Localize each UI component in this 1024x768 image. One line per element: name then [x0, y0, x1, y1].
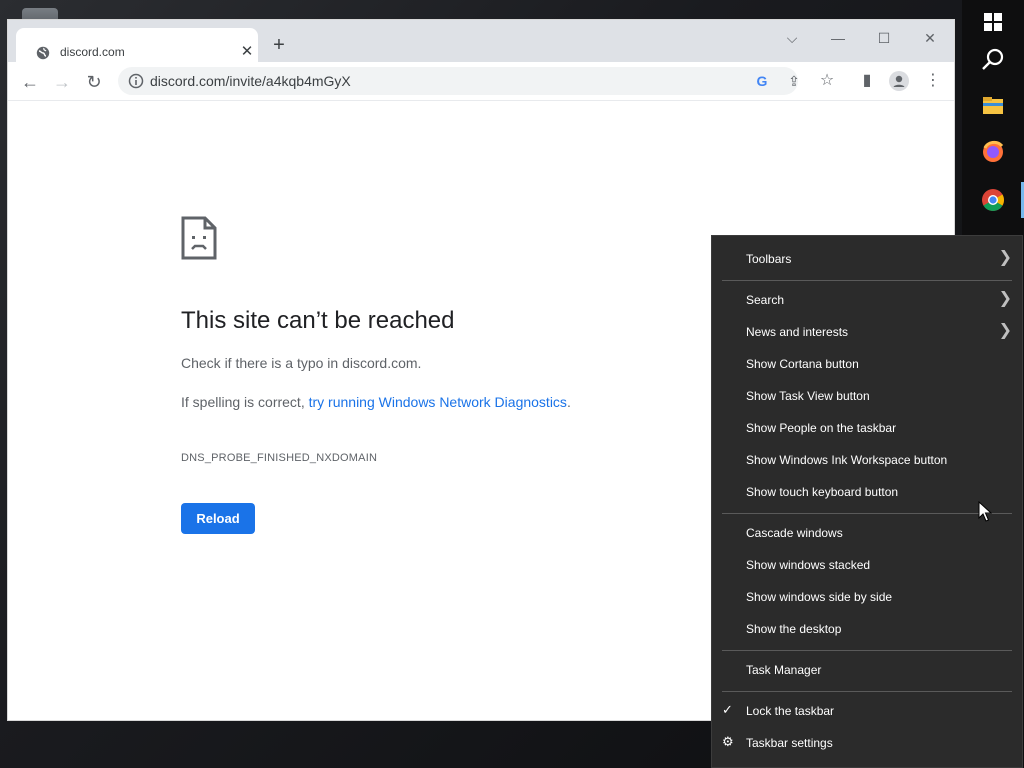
- chevron-right-icon: ❯: [998, 249, 1012, 266]
- menu-item-lock-taskbar[interactable]: ✓ Lock the taskbar: [712, 695, 1022, 727]
- error-diagnostics-line: If spelling is correct, try running Wind…: [181, 394, 571, 410]
- menu-item-label: Lock the taskbar: [746, 704, 835, 718]
- error-diagnostics-prefix: If spelling is correct,: [181, 394, 309, 410]
- close-window-icon[interactable]: ✕: [910, 26, 950, 50]
- reload-button[interactable]: Reload: [181, 503, 255, 534]
- menu-item-label: Show windows side by side: [746, 590, 893, 604]
- address-bar[interactable]: discord.com/invite/a4kqb4mGyX G ⇪: [118, 67, 800, 95]
- bookmark-star-icon[interactable]: ☆: [814, 68, 840, 94]
- chevron-right-icon: ❯: [998, 322, 1012, 339]
- menu-item-label: Task Manager: [746, 663, 822, 677]
- menu-item-search[interactable]: Search ❯: [712, 284, 1022, 316]
- menu-item-task-manager[interactable]: Task Manager: [712, 654, 1022, 686]
- side-panel-icon[interactable]: ▮: [854, 68, 880, 94]
- checkmark-icon: ✓: [722, 702, 733, 717]
- network-diagnostics-link[interactable]: try running Windows Network Diagnostics: [309, 394, 567, 410]
- maximize-icon[interactable]: ☐: [864, 26, 904, 50]
- file-explorer-icon[interactable]: [975, 88, 1011, 124]
- menu-item-label: News and interests: [746, 325, 849, 339]
- menu-item-label: Show Task View button: [746, 389, 870, 403]
- menu-item-show-task-view[interactable]: Show Task View button: [712, 380, 1022, 412]
- info-icon[interactable]: [128, 73, 144, 89]
- menu-item-show-desktop[interactable]: Show the desktop: [712, 613, 1022, 645]
- menu-item-show-touch-keyboard[interactable]: Show touch keyboard button: [712, 476, 1022, 508]
- gear-icon: ⚙: [722, 734, 734, 749]
- profile-avatar-icon[interactable]: [886, 68, 912, 94]
- tab-title: discord.com: [60, 45, 125, 59]
- menu-item-label: Show Cortana button: [746, 357, 859, 371]
- menu-item-label: Show People on the taskbar: [746, 421, 897, 435]
- mouse-pointer-icon: [978, 501, 992, 522]
- menu-item-label: Taskbar settings: [746, 736, 833, 750]
- error-typo-hint: Check if there is a typo in discord.com.: [181, 355, 422, 371]
- menu-item-toolbars[interactable]: Toolbars ❯: [712, 243, 1022, 275]
- chevron-right-icon: ❯: [998, 290, 1012, 307]
- menu-item-label: Search: [746, 293, 785, 307]
- tab-search-chevron-icon[interactable]: ⌵: [772, 26, 812, 50]
- sad-document-icon: [181, 216, 217, 260]
- browser-toolbar: ← → ↻ discord.com/invite/a4kqb4mGyX G ⇪ …: [8, 62, 954, 101]
- globe-icon: [36, 46, 50, 60]
- minimize-icon[interactable]: —: [818, 26, 858, 50]
- share-icon[interactable]: ⇪: [784, 72, 804, 90]
- menu-item-news-and-interests[interactable]: News and interests ❯: [712, 316, 1022, 348]
- forward-arrow-icon[interactable]: →: [48, 68, 76, 96]
- firefox-icon[interactable]: [975, 134, 1011, 170]
- menu-separator: [722, 280, 1012, 281]
- reload-icon[interactable]: ↻: [80, 68, 108, 96]
- url-text[interactable]: discord.com/invite/a4kqb4mGyX: [150, 73, 351, 89]
- menu-item-label: Cascade windows: [746, 526, 843, 540]
- error-title: This site can’t be reached: [181, 307, 455, 334]
- menu-item-windows-stacked[interactable]: Show windows stacked: [712, 549, 1022, 581]
- error-diagnostics-suffix: .: [566, 394, 571, 410]
- menu-item-taskbar-settings[interactable]: ⚙ Taskbar settings: [712, 727, 1022, 759]
- close-tab-icon[interactable]: ✕: [238, 43, 256, 61]
- menu-separator: [722, 513, 1012, 514]
- menu-item-label: Show windows stacked: [746, 558, 871, 572]
- chrome-icon[interactable]: [975, 182, 1011, 218]
- menu-item-windows-side-by-side[interactable]: Show windows side by side: [712, 581, 1022, 613]
- search-icon[interactable]: [975, 42, 1011, 78]
- menu-item-show-people[interactable]: Show People on the taskbar: [712, 412, 1022, 444]
- menu-item-label: Show Windows Ink Workspace button: [746, 453, 948, 467]
- new-tab-icon[interactable]: +: [268, 34, 290, 56]
- menu-item-label: Show the desktop: [746, 622, 842, 636]
- error-code: DNS_PROBE_FINISHED_NXDOMAIN: [181, 452, 378, 464]
- kebab-menu-icon[interactable]: ⋮: [920, 68, 946, 94]
- google-lens-icon[interactable]: G: [752, 72, 772, 90]
- menu-item-label: Toolbars: [746, 252, 792, 266]
- menu-item-show-cortana[interactable]: Show Cortana button: [712, 348, 1022, 380]
- menu-item-label: Show touch keyboard button: [746, 485, 899, 499]
- start-windows-icon[interactable]: [975, 4, 1011, 40]
- menu-separator: [722, 650, 1012, 651]
- menu-separator: [722, 691, 1012, 692]
- menu-item-show-ink-workspace[interactable]: Show Windows Ink Workspace button: [712, 444, 1022, 476]
- back-arrow-icon[interactable]: ←: [16, 68, 44, 96]
- menu-item-cascade-windows[interactable]: Cascade windows: [712, 517, 1022, 549]
- taskbar-context-menu: Toolbars ❯ Search ❯ News and interests ❯…: [711, 235, 1023, 768]
